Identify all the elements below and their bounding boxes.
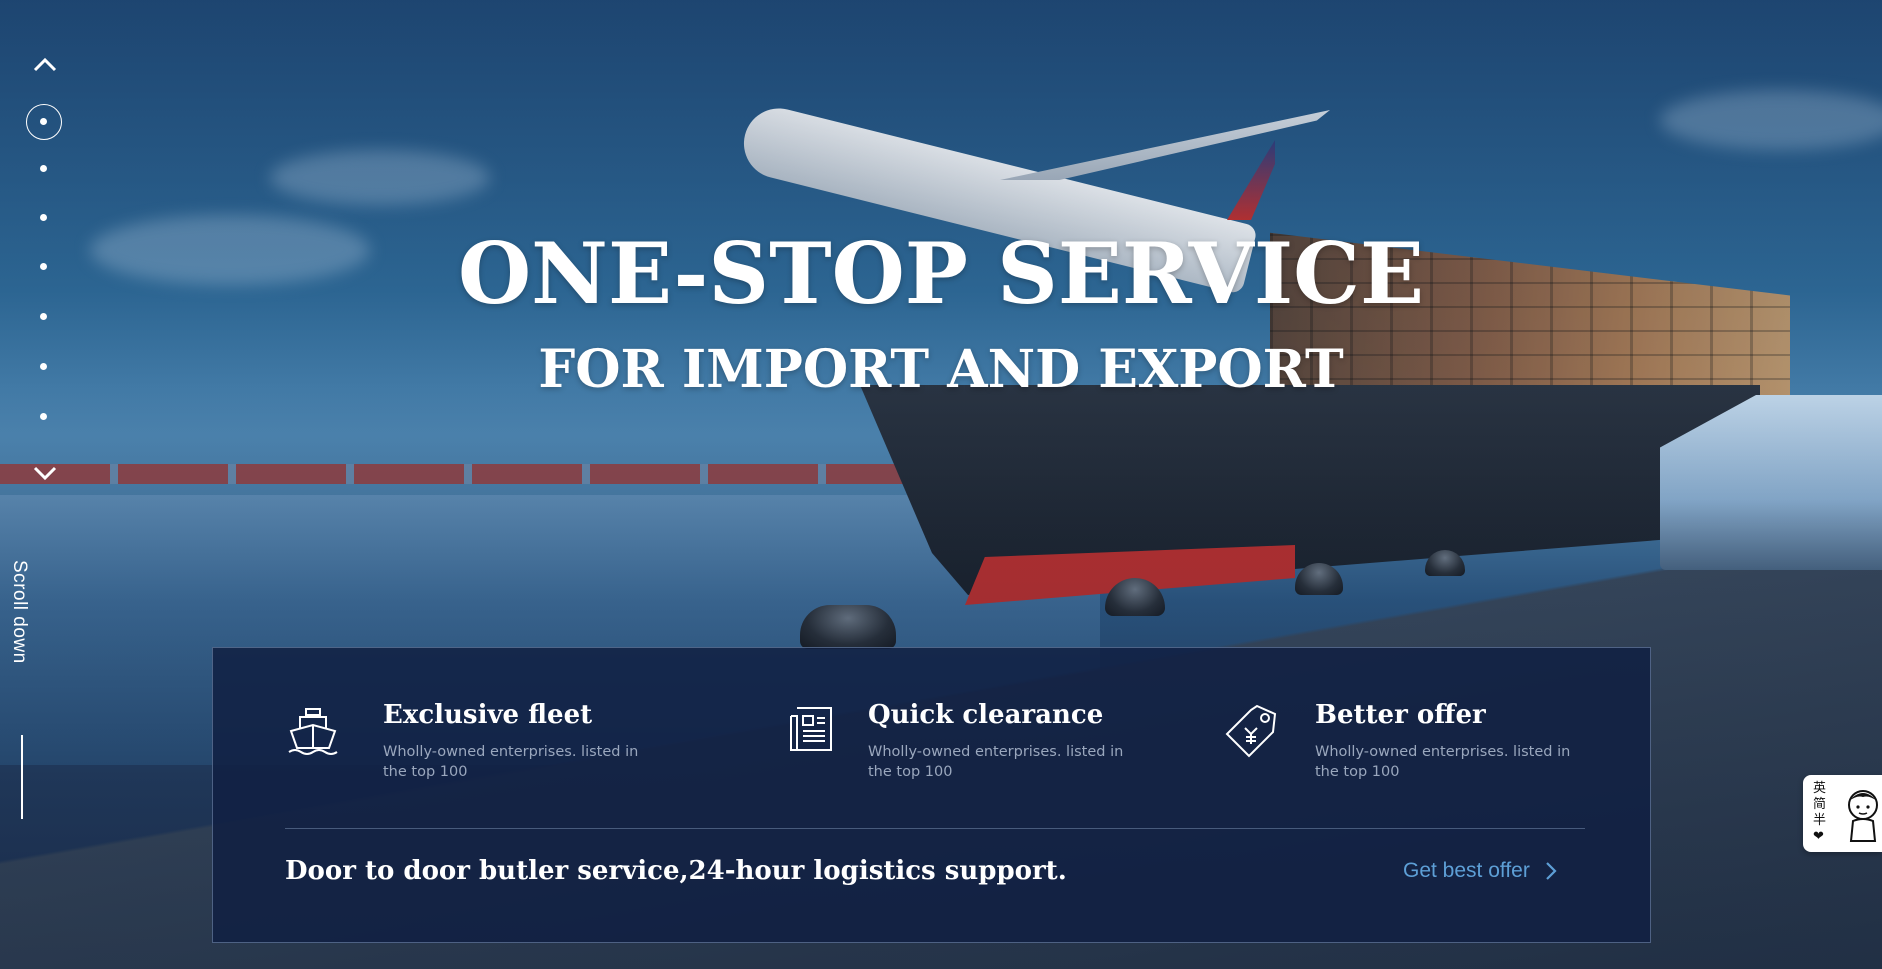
feature-title: Exclusive fleet (383, 700, 593, 730)
chevron-up-icon (33, 57, 57, 72)
widget-label: 英简半❤ (1813, 781, 1827, 844)
cartoon-avatar-icon (1848, 790, 1878, 842)
section-nav (22, 52, 70, 832)
panel-divider (285, 828, 1585, 829)
nav-dot[interactable] (40, 413, 47, 420)
ship-icon (285, 702, 341, 758)
hero-headline: ONE-STOP SERVICE (458, 224, 1424, 323)
feature-title: Quick clearance (868, 700, 1104, 730)
feature-title: Better offer (1315, 700, 1486, 730)
price-tag-icon (1223, 702, 1279, 758)
hero-banner: Scroll down ONE-STOP SERVICE FOR IMPORT … (0, 0, 1882, 969)
nav-up-button[interactable] (32, 56, 58, 74)
feature-description: Wholly-owned enterprises. listed in the … (383, 744, 639, 780)
cta-label: Get best offer (1403, 859, 1530, 882)
feature-description: Wholly-owned enterprises. listed in the … (868, 744, 1124, 780)
feature-panel: Exclusive fleet Wholly-owned enterprises… (212, 647, 1651, 943)
document-icon (783, 702, 839, 758)
nav-dot-active[interactable] (26, 104, 62, 140)
scroll-down-label[interactable]: Scroll down (8, 560, 30, 664)
nav-dot[interactable] (40, 165, 47, 172)
feature-description: Wholly-owned enterprises. listed in the … (1315, 744, 1571, 780)
nav-dot[interactable] (40, 214, 47, 221)
chevron-down-icon (33, 466, 57, 481)
get-best-offer-link[interactable]: Get best offer (1403, 859, 1558, 883)
chevron-right-icon (1546, 862, 1557, 880)
nav-down-button[interactable] (32, 464, 58, 482)
hero-subheadline: FOR IMPORT AND EXPORT (538, 339, 1344, 400)
panel-tagline: Door to door butler service,24-hour logi… (285, 856, 1067, 886)
floating-assistant-widget[interactable]: 英简半❤ (1803, 775, 1882, 852)
scroll-indicator-line (21, 735, 23, 819)
